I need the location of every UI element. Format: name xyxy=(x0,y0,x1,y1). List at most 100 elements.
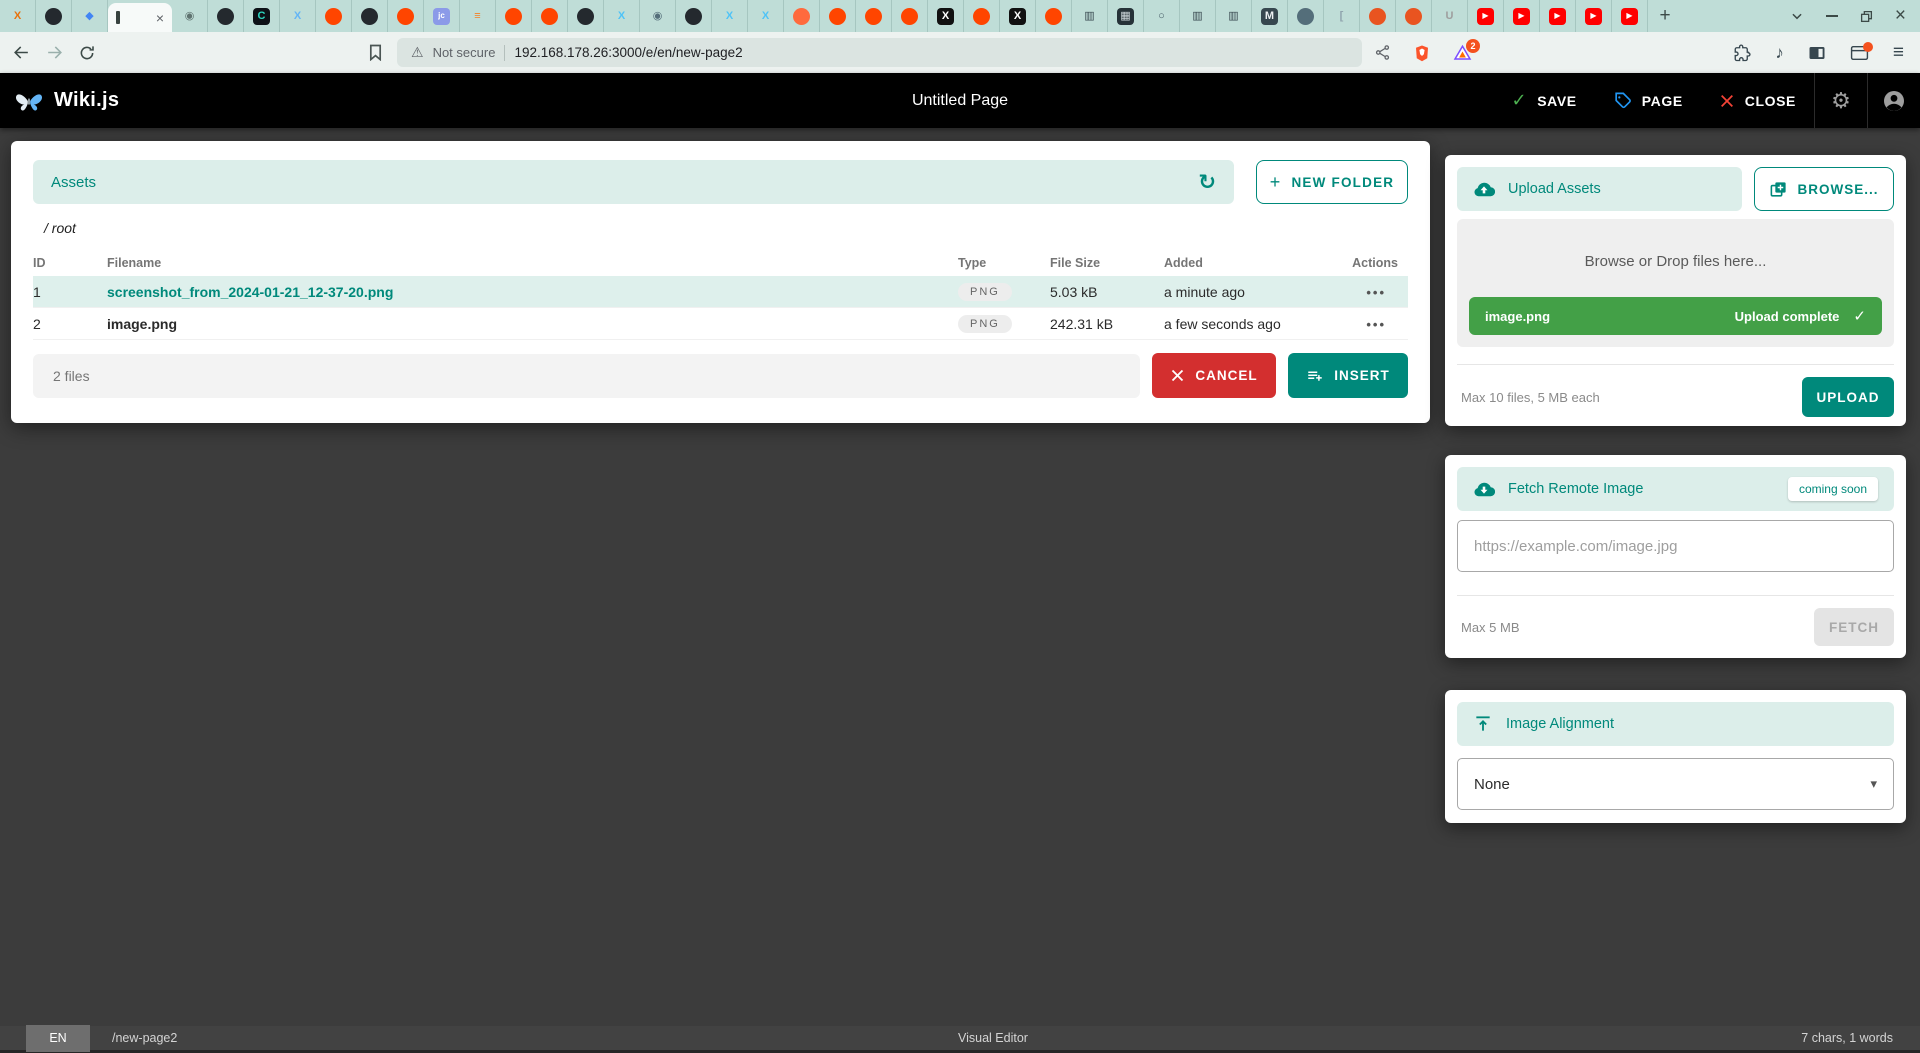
bookmark-icon[interactable] xyxy=(368,44,383,61)
pinned-tab-chart-dark[interactable]: ▥ xyxy=(1180,0,1216,32)
tab-search-chevron-icon[interactable] xyxy=(1790,9,1804,23)
pinned-tab-reddit[interactable] xyxy=(1036,0,1072,32)
active-tab[interactable]: × xyxy=(108,3,172,32)
close-editor-button[interactable]: CLOSE xyxy=(1701,73,1814,128)
address-bar[interactable]: ⚠ Not secure 192.168.178.26:3000/e/en/ne… xyxy=(397,38,1362,67)
pinned-tab-chart-dark[interactable]: ▥ xyxy=(1216,0,1252,32)
browse-button[interactable]: BROWSE... xyxy=(1754,167,1894,211)
pinned-tab-github[interactable] xyxy=(208,0,244,32)
close-window-button[interactable]: × xyxy=(1895,5,1906,27)
share-icon[interactable] xyxy=(1374,44,1391,61)
pinned-tab-bracket[interactable]: [ xyxy=(1324,0,1360,32)
pinned-tab-github[interactable] xyxy=(36,0,72,32)
music-note-icon[interactable]: ♪ xyxy=(1775,43,1784,63)
pinned-tab-scissors-blue[interactable]: X xyxy=(712,0,748,32)
pinned-tab-dark-circle[interactable] xyxy=(1288,0,1324,32)
tab-close-icon[interactable]: × xyxy=(156,11,164,25)
asset-size: 242.31 kB xyxy=(1050,316,1164,332)
pinned-tab-m-dark[interactable]: M xyxy=(1252,0,1288,32)
pinned-tab-youtube[interactable]: ▶ xyxy=(1576,0,1612,32)
reddit-favicon xyxy=(505,8,522,25)
tag-icon xyxy=(1613,91,1632,110)
menu-hamburger-icon[interactable]: ≡ xyxy=(1893,42,1904,64)
pinned-tab-github[interactable] xyxy=(676,0,712,32)
pinned-tab-chart-dark[interactable]: ▥ xyxy=(1072,0,1108,32)
asset-actions-button[interactable]: ••• xyxy=(1366,317,1408,332)
upload-title: Upload Assets xyxy=(1508,181,1601,197)
asset-actions-button[interactable]: ••• xyxy=(1366,285,1408,300)
save-button[interactable]: ✓ SAVE xyxy=(1494,73,1595,128)
pinned-tab-terminal-dark[interactable]: C xyxy=(244,0,280,32)
pinned-tab-reddit[interactable] xyxy=(892,0,928,32)
pinned-tab-youtube[interactable]: ▶ xyxy=(1504,0,1540,32)
settings-button[interactable]: ⚙ xyxy=(1815,73,1867,128)
pinned-tab-globe[interactable]: ◉ xyxy=(640,0,676,32)
pinned-tab-orange-dot[interactable] xyxy=(1360,0,1396,32)
col-type: Type xyxy=(958,256,1050,270)
forward-button[interactable] xyxy=(45,43,64,62)
locale-badge[interactable]: EN xyxy=(26,1025,90,1052)
pinned-tab-u-gray[interactable]: U xyxy=(1432,0,1468,32)
pinned-tab-orange-dot[interactable] xyxy=(1396,0,1432,32)
insert-button[interactable]: INSERT xyxy=(1288,353,1408,398)
extensions-puzzle-icon[interactable] xyxy=(1733,44,1751,62)
film-dark-favicon: ▦ xyxy=(1117,8,1134,25)
asset-row[interactable]: 1screenshot_from_2024-01-21_12-37-20.png… xyxy=(33,276,1408,308)
remote-image-url-input[interactable] xyxy=(1457,520,1894,572)
minimize-button[interactable] xyxy=(1826,15,1838,17)
dropzone[interactable]: Browse or Drop files here... image.png U… xyxy=(1457,219,1894,347)
pinned-tab-reddit[interactable] xyxy=(820,0,856,32)
pinned-tab-x-black[interactable]: X xyxy=(1000,0,1036,32)
refresh-icon[interactable]: ↻ xyxy=(1198,170,1216,195)
upload-button[interactable]: UPLOAD xyxy=(1802,377,1894,417)
reload-button[interactable] xyxy=(78,44,96,62)
blue-diamond-favicon: ◆ xyxy=(81,8,98,25)
pinned-tab-youtube[interactable]: ▶ xyxy=(1612,0,1648,32)
pinned-tab-scissors-blue[interactable]: X xyxy=(604,0,640,32)
pinned-tab-youtube[interactable]: ▶ xyxy=(1540,0,1576,32)
cancel-button[interactable]: CANCEL xyxy=(1152,353,1276,398)
divider xyxy=(1457,364,1894,365)
pinned-tab-reddit[interactable] xyxy=(316,0,352,32)
pinned-tab-globe[interactable]: ◉ xyxy=(172,0,208,32)
restore-button[interactable] xyxy=(1860,10,1873,23)
github-favicon xyxy=(217,8,234,25)
orange-dot-favicon xyxy=(1369,8,1386,25)
account-button[interactable] xyxy=(1868,73,1920,128)
pinned-tab-reddit[interactable] xyxy=(496,0,532,32)
pinned-tab-reddit[interactable] xyxy=(532,0,568,32)
pinned-tab-scissors-blue[interactable]: X xyxy=(748,0,784,32)
new-folder-button[interactable]: + NEW FOLDER xyxy=(1256,160,1408,204)
brave-shield-icon[interactable] xyxy=(1413,44,1431,62)
warning-icon: ⚠ xyxy=(411,44,424,61)
page-properties-button[interactable]: PAGE xyxy=(1595,73,1701,128)
upload-assets-card: Upload Assets BROWSE... Browse or Drop f… xyxy=(1445,155,1906,426)
browser-update-icon[interactable] xyxy=(1850,45,1869,61)
pinned-tab-search[interactable]: ○ xyxy=(1144,0,1180,32)
chevron-down-icon: ▾ xyxy=(1870,776,1877,792)
adblock-extension-icon[interactable]: 2 xyxy=(1453,44,1472,62)
new-tab-button[interactable]: + xyxy=(1648,0,1682,32)
pinned-tab-jc-purple[interactable]: jc xyxy=(424,0,460,32)
col-id: ID xyxy=(33,256,107,270)
pinned-tab-blue-diamond[interactable]: ◆ xyxy=(72,0,108,32)
pinned-tab-stack-overflow[interactable]: ≡ xyxy=(460,0,496,32)
pinned-tab-github[interactable] xyxy=(568,0,604,32)
back-button[interactable] xyxy=(12,43,31,62)
pinned-tab-youtube[interactable]: ▶ xyxy=(1468,0,1504,32)
gear-icon: ⚙ xyxy=(1831,88,1851,114)
pinned-tab-reddit[interactable] xyxy=(856,0,892,32)
pinned-tab-x-org[interactable]: X xyxy=(0,0,36,32)
asset-row[interactable]: 2image.pngPNG242.31 kBa few seconds ago•… xyxy=(33,308,1408,340)
alignment-select[interactable]: None ▾ xyxy=(1457,758,1894,810)
pinned-tab-reddit[interactable] xyxy=(388,0,424,32)
pinned-tab-wikijs-butterfly[interactable]: X xyxy=(280,0,316,32)
sidebar-toggle-icon[interactable] xyxy=(1808,45,1826,61)
pinned-tab-github[interactable] xyxy=(352,0,388,32)
pinned-tab-x-black[interactable]: X xyxy=(928,0,964,32)
fetch-button[interactable]: FETCH xyxy=(1814,608,1894,646)
pinned-tab-reddit-light[interactable] xyxy=(784,0,820,32)
window-controls: × xyxy=(1790,0,1920,32)
pinned-tab-film-dark[interactable]: ▦ xyxy=(1108,0,1144,32)
pinned-tab-reddit[interactable] xyxy=(964,0,1000,32)
